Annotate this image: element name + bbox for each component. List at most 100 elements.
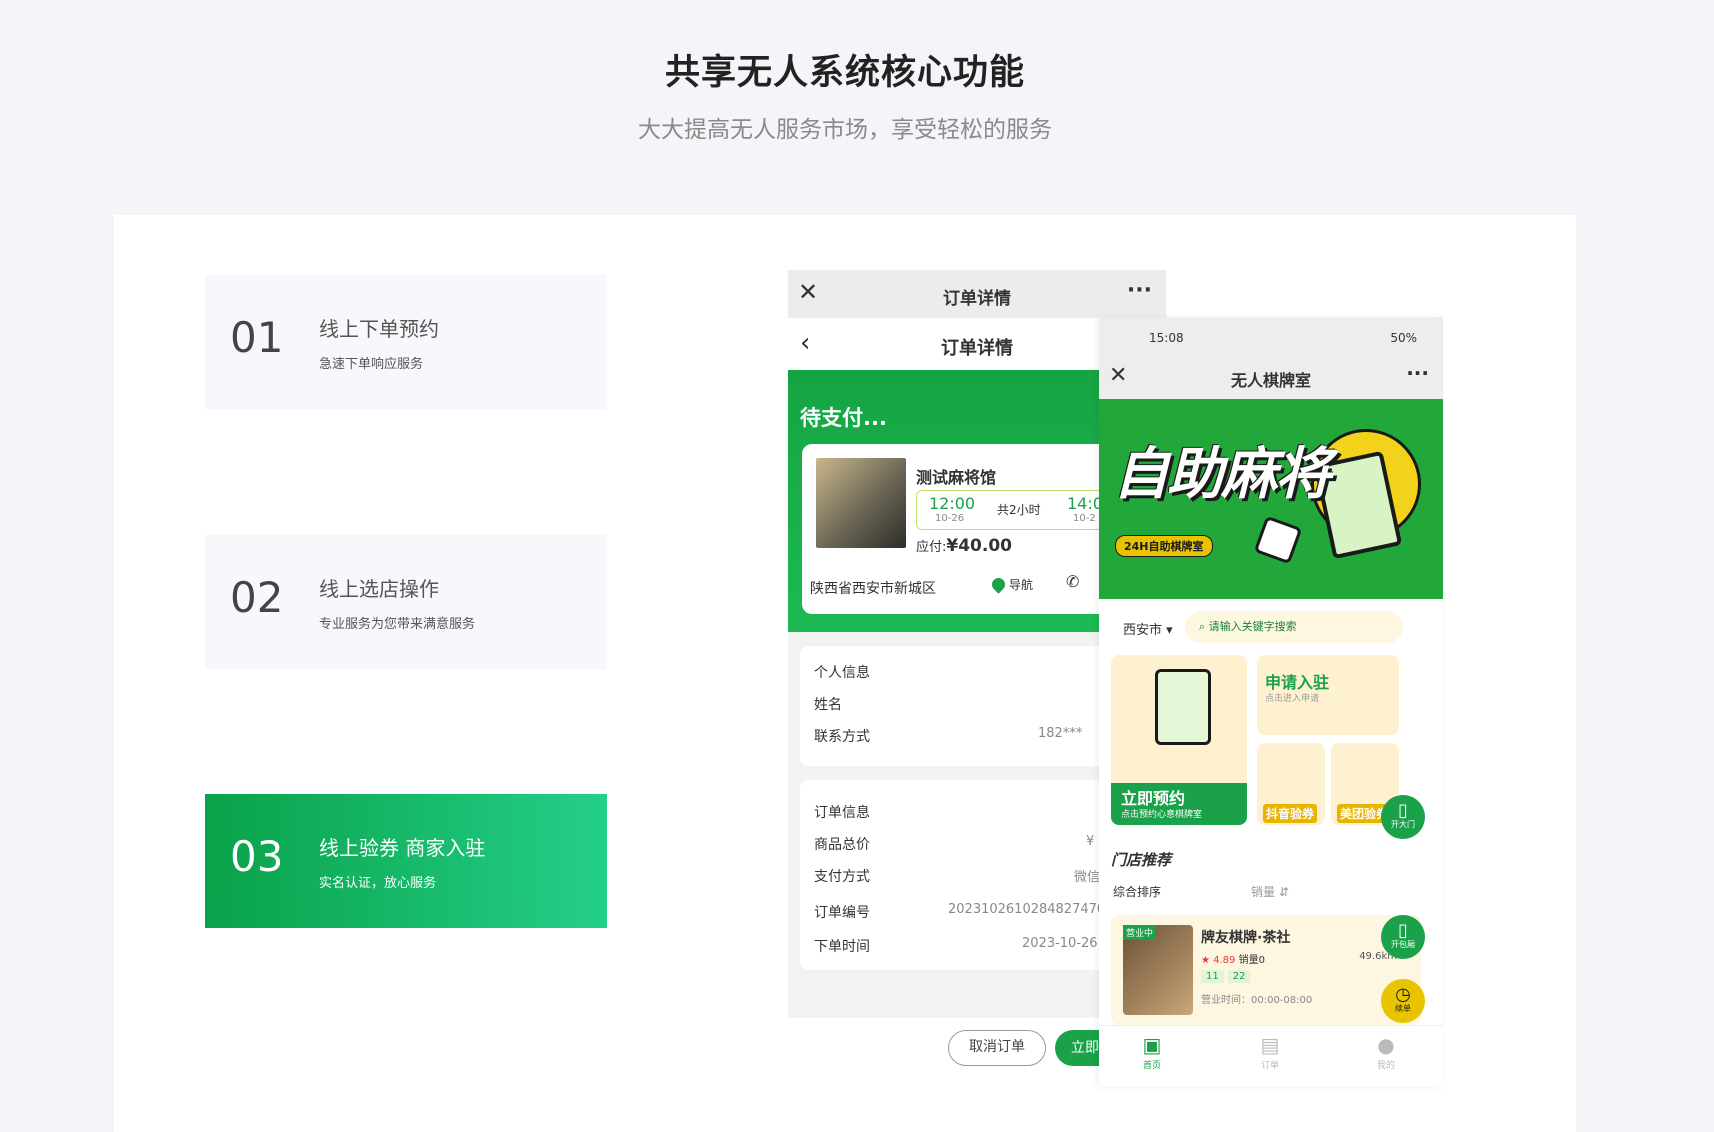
sort-comprehensive[interactable]: 综合排序 bbox=[1113, 883, 1161, 900]
feature-item-3[interactable]: 03 线上验券 商家入驻 实名认证，放心服务 bbox=[205, 794, 607, 928]
more-icon[interactable]: ··· bbox=[1406, 361, 1429, 385]
navigate-label: 导航 bbox=[1009, 578, 1034, 592]
store-hours: 营业时间：00:00-08:00 bbox=[1201, 995, 1313, 1006]
rating-value: ★ 4.89 bbox=[1201, 955, 1236, 966]
status-bar: 15:08 50% bbox=[1099, 317, 1443, 359]
total-value: ¥ bbox=[1086, 834, 1095, 849]
tab-mine[interactable]: ● 我的 bbox=[1361, 1032, 1411, 1071]
cube-icon: ▣ bbox=[1142, 1033, 1162, 1057]
order-time-value: 2023-10-26 bbox=[1022, 936, 1098, 951]
renew-button[interactable]: ◷ 续单 bbox=[1381, 979, 1425, 1023]
pay-method-label: 支付方式 bbox=[814, 869, 870, 885]
tab-orders[interactable]: ▤ 订单 bbox=[1245, 1032, 1295, 1071]
renew-label: 续单 bbox=[1395, 1004, 1411, 1013]
open-door-button[interactable]: ▯ 开大门 bbox=[1381, 795, 1425, 839]
clock-icon: ◷ bbox=[1395, 984, 1411, 1005]
section-title: 个人信息 bbox=[814, 665, 870, 681]
store-address: 陕西省西安市新城区 bbox=[810, 581, 936, 597]
feature-title: 线上下单预约 bbox=[319, 317, 439, 341]
store-tag: 22 bbox=[1227, 970, 1251, 983]
store-rating: ★ 4.89 销量0 bbox=[1201, 951, 1265, 966]
contact-value: 182*** bbox=[1038, 726, 1083, 741]
store-name: 测试麻将馆 bbox=[916, 468, 997, 487]
store-tags: 11 22 bbox=[1201, 970, 1254, 983]
end-date: 10-2 bbox=[1073, 513, 1096, 524]
tab-label: 订单 bbox=[1260, 1061, 1279, 1071]
location-pin-icon bbox=[989, 575, 1008, 594]
feature-desc: 实名认证，放心服务 bbox=[319, 876, 437, 891]
start-time: 12:00 bbox=[929, 494, 976, 513]
total-label: 商品总价 bbox=[814, 837, 870, 853]
search-input[interactable]: ⌕ 请输入关键字搜索 bbox=[1185, 611, 1403, 643]
feature-desc: 急速下单响应服务 bbox=[319, 357, 424, 372]
order-no-value: 20231026102848274706 bbox=[948, 902, 1114, 917]
feature-item-2[interactable]: 02 线上选店操作 专业服务为您带来满意服务 bbox=[205, 535, 607, 669]
promo-banner[interactable]: 自助麻将 24H自助棋牌室 bbox=[1099, 399, 1443, 599]
recommend-title: 门店推荐 bbox=[1111, 851, 1172, 869]
book-now-bar: 立即预约 点击预约心意棋牌室 bbox=[1111, 783, 1247, 825]
duration: 共2小时 bbox=[997, 503, 1041, 517]
document-icon: ▤ bbox=[1260, 1033, 1280, 1057]
battery-level: 50% bbox=[1390, 331, 1417, 345]
store-card[interactable]: 营业中 牌友棋牌·茶社 ★ 4.89 销量0 11 22 营业时间：00:00-0… bbox=[1111, 915, 1421, 1025]
city-selector[interactable]: 西安市 ▾ bbox=[1123, 619, 1173, 638]
order-no-label: 订单编号 bbox=[814, 905, 870, 921]
feature-title: 线上验券 商家入驻 bbox=[319, 836, 486, 860]
book-now-label: 立即预约 bbox=[1121, 789, 1186, 808]
store-photo: 营业中 bbox=[1123, 925, 1193, 1015]
store-tag: 11 bbox=[1201, 970, 1224, 983]
contact-label: 联系方式 bbox=[814, 729, 870, 745]
feature-desc: 专业服务为您带来满意服务 bbox=[319, 617, 476, 632]
name-label: 姓名 bbox=[814, 697, 842, 713]
mini-program-titlebar: ✕ 无人棋牌室 ··· bbox=[1099, 359, 1443, 399]
banner-tag: 24H自助棋牌室 bbox=[1115, 535, 1213, 557]
more-icon[interactable]: ··· bbox=[1127, 278, 1152, 303]
sales-count: 销量0 bbox=[1238, 955, 1265, 966]
section-title: 订单信息 bbox=[814, 805, 870, 821]
search-row: 西安市 ▾ ⌕ 请输入关键字搜索 bbox=[1099, 599, 1443, 655]
douyin-coupon-tile[interactable]: 抖音验券 bbox=[1257, 743, 1325, 825]
apply-join-tile[interactable]: 申请入驻 点击进入申请 bbox=[1257, 655, 1399, 735]
sort-sales-label: 销量 bbox=[1251, 885, 1276, 899]
tab-home[interactable]: ▣ 首页 bbox=[1127, 1032, 1177, 1071]
pay-method-value: 微信 bbox=[1074, 870, 1101, 885]
navigate-button[interactable]: 导航 bbox=[989, 575, 1034, 594]
window-title: 订单详情 bbox=[943, 289, 1011, 309]
feature-title: 线上选店操作 bbox=[319, 577, 439, 601]
price-label: 应付: bbox=[916, 540, 947, 555]
join-title: 申请入驻 bbox=[1265, 673, 1330, 692]
book-now-desc: 点击预约心意棋牌室 bbox=[1121, 810, 1203, 820]
tab-label: 我的 bbox=[1376, 1061, 1395, 1071]
tab-bar: ▣ 首页 ▤ 订单 ● 我的 bbox=[1099, 1025, 1443, 1087]
banner-title: 自助麻将 bbox=[1113, 442, 1331, 507]
page-title: 共享无人系统核心功能 bbox=[664, 53, 1025, 93]
cancel-order-button[interactable]: 取消订单 bbox=[948, 1030, 1046, 1066]
store-photo bbox=[816, 458, 906, 548]
mini-program-titlebar: ✕ 订单详情 ··· bbox=[788, 270, 1166, 318]
city-label: 西安市 bbox=[1123, 623, 1163, 638]
feature-number: 03 bbox=[230, 832, 284, 881]
clock: 15:08 bbox=[1149, 331, 1184, 345]
order-status: 待支付... bbox=[800, 406, 887, 430]
store-name: 牌友棋牌·茶社 bbox=[1201, 930, 1291, 946]
douyin-coupon-label: 抖音验券 bbox=[1263, 804, 1318, 823]
open-door-label: 开大门 bbox=[1391, 820, 1415, 829]
feature-item-1[interactable]: 01 线上下单预约 急速下单响应服务 bbox=[205, 275, 607, 409]
mahjong-mascot-icon bbox=[1155, 669, 1211, 745]
amount-due: 应付:¥40.00 bbox=[916, 536, 1012, 556]
app-title: 无人棋牌室 bbox=[1230, 371, 1311, 390]
open-room-label: 开包厢 bbox=[1391, 940, 1415, 949]
end-time: 14:0 bbox=[1067, 494, 1103, 513]
open-room-button[interactable]: ▯ 开包厢 bbox=[1381, 915, 1425, 959]
feature-number: 02 bbox=[230, 573, 284, 622]
dice-icon bbox=[1253, 515, 1303, 565]
price-value: ¥40.00 bbox=[946, 536, 1012, 556]
sort-sales[interactable]: 销量 ⇵ bbox=[1251, 883, 1289, 900]
book-now-tile[interactable]: 立即预约 点击预约心意棋牌室 bbox=[1111, 655, 1247, 825]
user-icon: ● bbox=[1377, 1033, 1395, 1057]
phone-icon[interactable]: ✆ bbox=[1066, 572, 1079, 591]
search-placeholder: 请输入关键字搜索 bbox=[1208, 620, 1297, 633]
open-badge: 营业中 bbox=[1123, 925, 1157, 940]
start-date: 10-26 bbox=[935, 513, 965, 524]
door-icon: ▯ bbox=[1398, 800, 1408, 821]
